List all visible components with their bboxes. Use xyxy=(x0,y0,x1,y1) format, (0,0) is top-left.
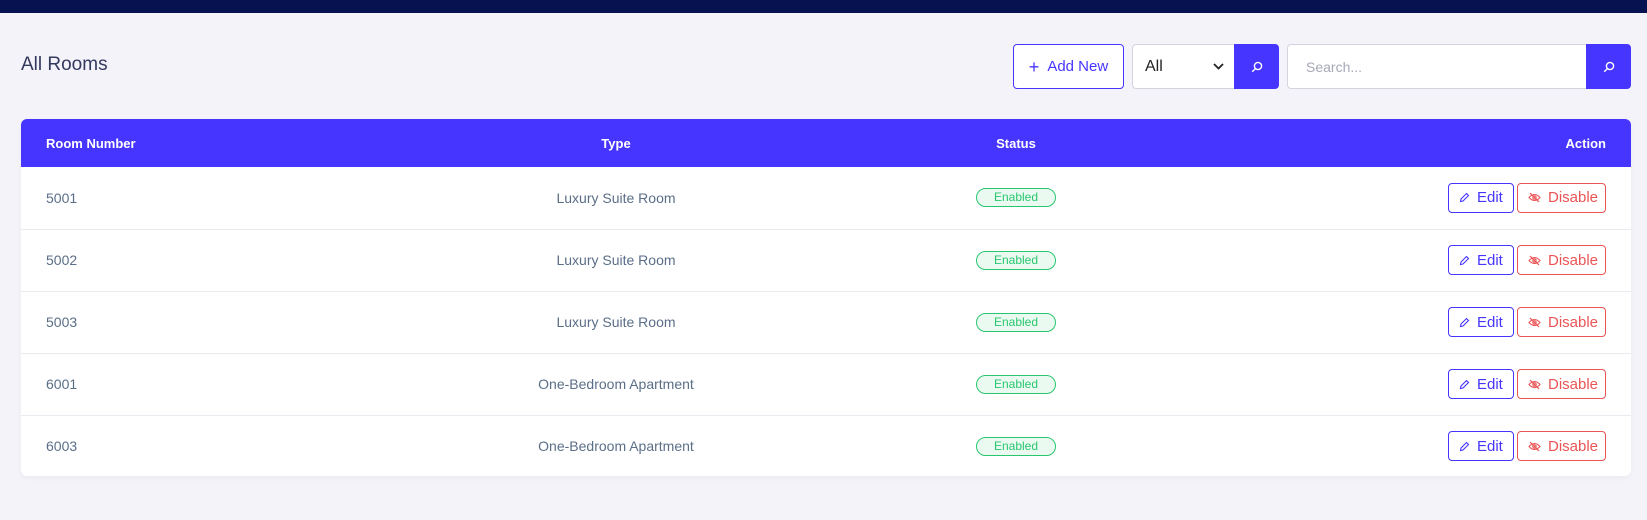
add-new-label: Add New xyxy=(1047,58,1109,75)
edit-button[interactable]: Edit xyxy=(1448,431,1514,462)
add-new-button[interactable]: + Add New xyxy=(1013,44,1124,89)
search-input[interactable] xyxy=(1287,44,1586,89)
disable-button[interactable]: Disable xyxy=(1517,307,1606,337)
edit-label: Edit xyxy=(1477,313,1503,331)
search-icon xyxy=(1603,61,1615,73)
filter-submit-button[interactable] xyxy=(1234,44,1279,89)
edit-label: Edit xyxy=(1477,189,1503,207)
eye-slash-icon xyxy=(1528,255,1541,266)
room-number-cell: 5002 xyxy=(46,252,78,268)
top-navbar xyxy=(0,0,1647,13)
edit-button[interactable]: Edit xyxy=(1448,182,1514,213)
pencil-icon xyxy=(1459,317,1470,328)
eye-slash-icon xyxy=(1528,379,1541,390)
status-badge: Enabled xyxy=(976,250,1056,270)
disable-label: Disable xyxy=(1548,189,1599,207)
edit-label: Edit xyxy=(1477,437,1503,455)
header-type: Type xyxy=(601,135,631,151)
room-number-cell: 6001 xyxy=(46,376,78,392)
table-row: 6003 One-Bedroom Apartment Enabled Edit … xyxy=(21,415,1631,476)
room-number-cell: 6003 xyxy=(46,438,78,455)
pencil-icon xyxy=(1459,379,1470,390)
room-type-cell: Luxury Suite Room xyxy=(556,252,676,268)
pencil-icon xyxy=(1459,192,1470,203)
pencil-icon xyxy=(1459,255,1470,266)
eye-slash-icon xyxy=(1528,317,1541,328)
table-row: 5002 Luxury Suite Room Enabled Edit Disa… xyxy=(21,229,1631,291)
table-row: 5003 Luxury Suite Room Enabled Edit Disa… xyxy=(21,291,1631,353)
status-filter-value: All xyxy=(1145,57,1163,75)
room-number-cell: 5001 xyxy=(46,189,78,206)
disable-label: Disable xyxy=(1548,251,1599,269)
header-action: Action xyxy=(1565,135,1606,151)
table-row: 5001 Luxury Suite Room Enabled Edit Disa… xyxy=(21,167,1631,229)
eye-slash-icon xyxy=(1528,192,1541,203)
pencil-icon xyxy=(1459,441,1470,452)
room-type-cell: One-Bedroom Apartment xyxy=(538,438,694,455)
disable-button[interactable]: Disable xyxy=(1517,182,1606,213)
search-submit-button[interactable] xyxy=(1586,44,1631,89)
edit-button[interactable]: Edit xyxy=(1448,369,1514,399)
disable-button[interactable]: Disable xyxy=(1517,431,1606,462)
rooms-table-card: Room Number Type Status Action 5001 Luxu… xyxy=(21,119,1631,476)
status-filter-select[interactable]: All xyxy=(1132,44,1234,89)
edit-label: Edit xyxy=(1477,251,1503,269)
status-badge: Enabled xyxy=(976,374,1056,394)
room-number-cell: 5003 xyxy=(46,314,78,330)
disable-button[interactable]: Disable xyxy=(1517,369,1606,399)
disable-label: Disable xyxy=(1548,375,1599,393)
plus-icon: + xyxy=(1028,56,1040,77)
search-icon xyxy=(1251,61,1263,73)
disable-label: Disable xyxy=(1548,313,1599,331)
edit-button[interactable]: Edit xyxy=(1448,245,1514,275)
table-header-row: Room Number Type Status Action xyxy=(21,119,1631,167)
page-title: All Rooms xyxy=(21,54,108,75)
room-type-cell: Luxury Suite Room xyxy=(556,189,676,206)
eye-slash-icon xyxy=(1528,441,1541,452)
room-type-cell: One-Bedroom Apartment xyxy=(538,376,694,392)
status-badge: Enabled xyxy=(976,188,1056,208)
disable-label: Disable xyxy=(1548,437,1599,455)
table-row: 6001 One-Bedroom Apartment Enabled Edit … xyxy=(21,353,1631,415)
status-badge: Enabled xyxy=(976,436,1056,456)
edit-label: Edit xyxy=(1477,375,1503,393)
room-type-cell: Luxury Suite Room xyxy=(556,314,676,330)
disable-button[interactable]: Disable xyxy=(1517,245,1606,275)
edit-button[interactable]: Edit xyxy=(1448,307,1514,337)
rooms-table: Room Number Type Status Action 5001 Luxu… xyxy=(21,119,1631,476)
header-status: Status xyxy=(996,135,1036,151)
status-badge: Enabled xyxy=(976,312,1056,332)
chevron-down-icon xyxy=(1213,61,1224,73)
header-room-number: Room Number xyxy=(46,135,136,151)
